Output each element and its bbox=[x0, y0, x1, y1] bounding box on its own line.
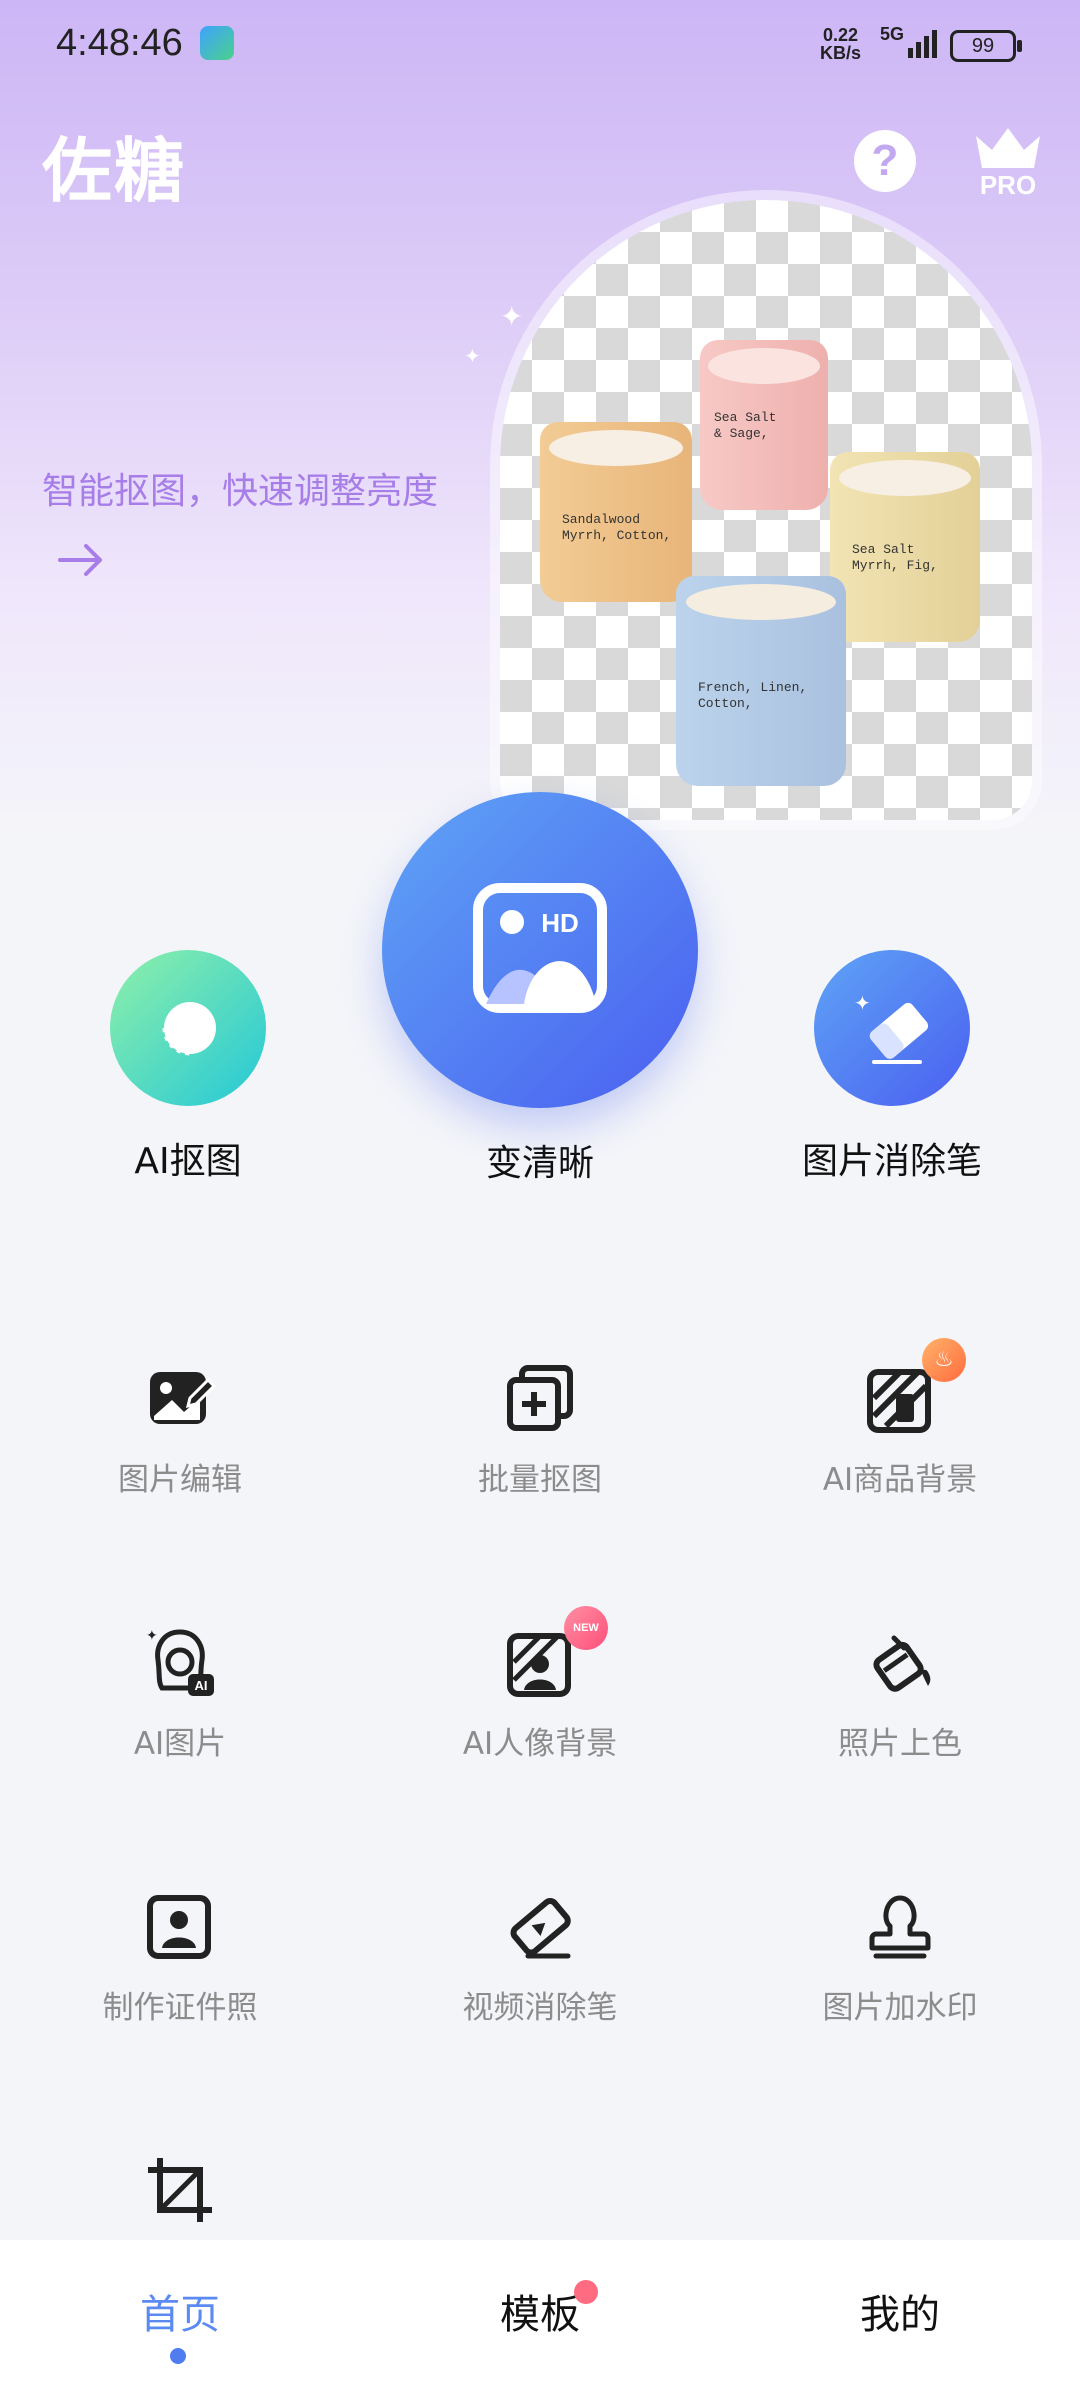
candle-image: Sandalwood Myrrh, Cotton, bbox=[540, 422, 692, 602]
crown-icon bbox=[976, 128, 1040, 168]
product-background-label: AI商品背景 bbox=[822, 1462, 978, 1498]
candle-label: Sea Salt Myrrh, Fig, bbox=[852, 542, 938, 573]
nav-mine[interactable]: 我的 bbox=[800, 2282, 1000, 2340]
video-eraser-tool[interactable]: 视频消除笔 bbox=[390, 1886, 690, 2027]
image-edit-icon bbox=[140, 1358, 220, 1438]
pro-label: PRO bbox=[979, 170, 1037, 200]
image-edit-label: 图片编辑 bbox=[118, 1462, 242, 1498]
candle-image: Sea Salt Myrrh, Fig, bbox=[830, 452, 980, 642]
portrait-background-icon: NEW bbox=[500, 1606, 608, 1702]
notification-dot bbox=[574, 2280, 598, 2304]
hd-badge: HD bbox=[541, 908, 579, 938]
nav-templates[interactable]: 模板 bbox=[440, 2282, 640, 2340]
id-photo-icon bbox=[140, 1886, 220, 1966]
portrait-background-tool[interactable]: NEW AI人像背景 bbox=[390, 1606, 690, 1763]
watermark-tool[interactable]: 图片加水印 bbox=[750, 1886, 1050, 2027]
svg-text:✦: ✦ bbox=[854, 991, 871, 1015]
active-indicator bbox=[170, 2348, 186, 2364]
status-bar: 4:48:46 0.22 KB/s 5G 99 bbox=[0, 18, 1080, 76]
ai-cutout-label: AI抠图 bbox=[134, 1141, 242, 1182]
ai-image-icon: AI ✦ bbox=[140, 1622, 220, 1702]
question-icon: ? bbox=[871, 136, 899, 185]
id-photo-tool[interactable]: 制作证件照 bbox=[30, 1886, 330, 2027]
status-time: 4:48:46 bbox=[56, 22, 183, 64]
ai-image-label: AI图片 bbox=[133, 1726, 227, 1762]
video-eraser-icon bbox=[500, 1886, 580, 1966]
candle-label: Sea Salt & Sage, bbox=[714, 410, 777, 441]
svg-text:AI: AI bbox=[195, 1678, 208, 1693]
sparkle-icon: ✦ bbox=[464, 344, 481, 368]
nav-home[interactable]: 首页 bbox=[80, 2282, 280, 2340]
crop-tool[interactable] bbox=[30, 2150, 330, 2246]
colorize-tool[interactable]: 照片上色 bbox=[750, 1622, 1050, 1763]
banner-slogan[interactable]: 智能抠图，快速调整亮度 bbox=[42, 462, 438, 514]
banner-hero-image[interactable]: Sandalwood Myrrh, Cotton, Sea Salt & Sag… bbox=[500, 200, 1032, 820]
candle-image: French, Linen, Cotton, bbox=[676, 576, 846, 786]
enhance-label: 变清晰 bbox=[485, 1143, 594, 1184]
hd-image-icon: HD bbox=[382, 792, 698, 1108]
signal-icon bbox=[908, 30, 937, 58]
batch-cutout-label: 批量抠图 bbox=[478, 1462, 602, 1498]
candle-label: French, Linen, Cotton, bbox=[698, 680, 808, 711]
eraser-icon: ✦ bbox=[814, 950, 970, 1106]
bottom-navigation: 首页 模板 我的 bbox=[0, 2240, 1080, 2400]
product-background-tool[interactable]: ♨ AI商品背景 bbox=[750, 1338, 1050, 1499]
paint-bucket-icon bbox=[860, 1622, 940, 1702]
watermark-label: 图片加水印 bbox=[822, 1990, 978, 2026]
video-eraser-label: 视频消除笔 bbox=[462, 1990, 618, 2026]
eraser-tool-label: 图片消除笔 bbox=[801, 1141, 982, 1182]
hot-badge-icon: ♨ bbox=[922, 1338, 966, 1382]
app-brand-title: 佐糖 bbox=[42, 130, 186, 212]
battery-icon: 99 bbox=[950, 30, 1022, 62]
ai-image-tool[interactable]: AI ✦ AI图片 bbox=[30, 1622, 330, 1763]
ai-cutout-button[interactable]: AI抠图 bbox=[108, 950, 268, 1184]
enhance-button[interactable]: HD 变清晰 bbox=[382, 792, 698, 1186]
batch-cutout-icon bbox=[500, 1358, 580, 1438]
network-speed: 0.22 KB/s bbox=[820, 25, 862, 63]
stamp-icon bbox=[860, 1886, 940, 1966]
product-background-icon: ♨ bbox=[860, 1338, 966, 1438]
batch-cutout-tool[interactable]: 批量抠图 bbox=[390, 1358, 690, 1499]
arrow-right-icon[interactable] bbox=[56, 540, 106, 580]
svg-text:✦: ✦ bbox=[146, 1628, 158, 1644]
candle-image: Sea Salt & Sage, bbox=[700, 340, 828, 510]
crop-icon bbox=[140, 2150, 220, 2230]
ai-cutout-icon bbox=[110, 950, 266, 1106]
app-notification-icon bbox=[200, 26, 234, 60]
sparkle-icon: ✦ bbox=[500, 300, 524, 333]
help-button[interactable]: ? bbox=[854, 130, 916, 192]
id-photo-label: 制作证件照 bbox=[102, 1990, 258, 2026]
eraser-tool-button[interactable]: ✦ 图片消除笔 bbox=[782, 950, 1002, 1184]
colorize-label: 照片上色 bbox=[838, 1726, 962, 1762]
candle-label: Sandalwood Myrrh, Cotton, bbox=[562, 512, 672, 543]
pro-button[interactable]: PRO bbox=[972, 124, 1044, 204]
new-badge: NEW bbox=[564, 1606, 608, 1650]
image-edit-tool[interactable]: 图片编辑 bbox=[30, 1358, 330, 1499]
portrait-background-label: AI人像背景 bbox=[462, 1726, 618, 1762]
